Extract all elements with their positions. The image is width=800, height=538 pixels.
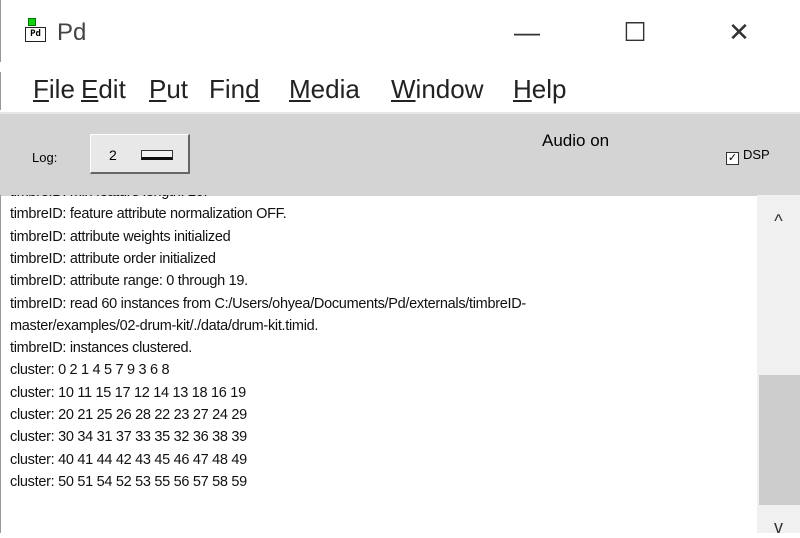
menu-label-part: d	[245, 74, 260, 104]
menu-window[interactable]: Window	[391, 74, 483, 105]
menu-put[interactable]: Put	[149, 74, 188, 105]
close-button[interactable]: ✕	[719, 14, 759, 50]
menu-edit[interactable]: Edit	[81, 74, 126, 105]
dropdown-indicator-icon	[141, 150, 173, 160]
toolbar: Log: 2 Audio on ✓ DSP	[0, 112, 800, 196]
dsp-toggle[interactable]: ✓ DSP	[726, 147, 770, 165]
audio-status: Audio on	[542, 131, 610, 150]
menu-label-part: dit	[98, 74, 126, 104]
menu-label-part: W	[391, 74, 416, 104]
scrollbar-thumb[interactable]	[759, 375, 800, 505]
window-title: Pd	[57, 19, 87, 46]
dsp-label: DSP	[743, 147, 770, 162]
dsp-led-icon	[28, 18, 36, 26]
pd-logo-icon: Pd	[25, 27, 46, 42]
log-line: cluster: 30 34 31 37 33 35 32 36 38 39	[10, 429, 247, 446]
log-line: timbreID: attribute order initialized	[10, 250, 216, 267]
log-line: cluster: 10 11 15 17 12 14 13 18 16 19	[10, 384, 246, 401]
log-line: timbreID: instances clustered.	[10, 340, 192, 357]
menu-media[interactable]: Media	[289, 74, 360, 105]
menu-label-part: indow	[415, 74, 484, 104]
log-label: Log:	[32, 150, 58, 165]
menu-label-part: M	[289, 74, 311, 104]
menu-label-part: H	[513, 74, 532, 104]
menu-label-part: P	[149, 74, 167, 104]
scroll-down-icon[interactable]: v	[757, 517, 800, 538]
console-scrollbar[interactable]: ^ v	[757, 195, 800, 537]
log-level-value: 2	[109, 147, 117, 163]
dsp-checkbox[interactable]: ✓	[726, 152, 739, 165]
pd-app-icon: Pd	[25, 18, 49, 46]
log-line: timbreID: read 60 instances from C:/User…	[10, 295, 526, 312]
menu-label-part: E	[81, 74, 99, 104]
menu-label-part: ut	[166, 74, 189, 104]
menu-label-part: Fin	[209, 74, 246, 104]
menu-label-part: elp	[531, 74, 567, 104]
menu-label-part: ile	[48, 74, 75, 104]
log-line: cluster: 50 51 54 52 53 55 56 57 58 59	[10, 473, 247, 490]
menu-bar: File Edit Put Find Media Window Help	[0, 72, 800, 110]
scroll-up-icon[interactable]: ^	[757, 211, 800, 232]
menu-help[interactable]: Help	[513, 74, 566, 105]
log-line: cluster: 0 2 1 4 5 7 9 3 6 8	[10, 362, 170, 379]
log-line: timbreID: min feature length: 20.	[10, 195, 208, 200]
title-bar: Pd Pd — ☐ ✕	[0, 0, 800, 62]
log-line: timbreID: attribute weights initialized	[10, 228, 231, 245]
console-log: timbreID: min feature length: 20. timbreI…	[0, 195, 758, 533]
log-level-button[interactable]: 2	[90, 134, 190, 174]
log-line: master/examples/02-drum-kit/./data/drum-…	[10, 317, 319, 334]
menu-label-part: F	[33, 74, 49, 104]
log-line: timbreID: feature attribute normalizatio…	[10, 206, 287, 223]
log-line: cluster: 20 21 25 26 28 22 23 27 24 29	[10, 407, 247, 423]
log-line: cluster: 40 41 44 42 43 45 46 47 48 49	[10, 451, 247, 468]
menu-label-part: edia	[310, 74, 360, 104]
menu-find[interactable]: Find	[209, 74, 260, 105]
minimize-button[interactable]: —	[507, 14, 547, 50]
maximize-button[interactable]: ☐	[615, 14, 655, 50]
log-line: timbreID: attribute range: 0 through 19.	[10, 273, 248, 290]
menu-file[interactable]: File	[33, 74, 75, 105]
